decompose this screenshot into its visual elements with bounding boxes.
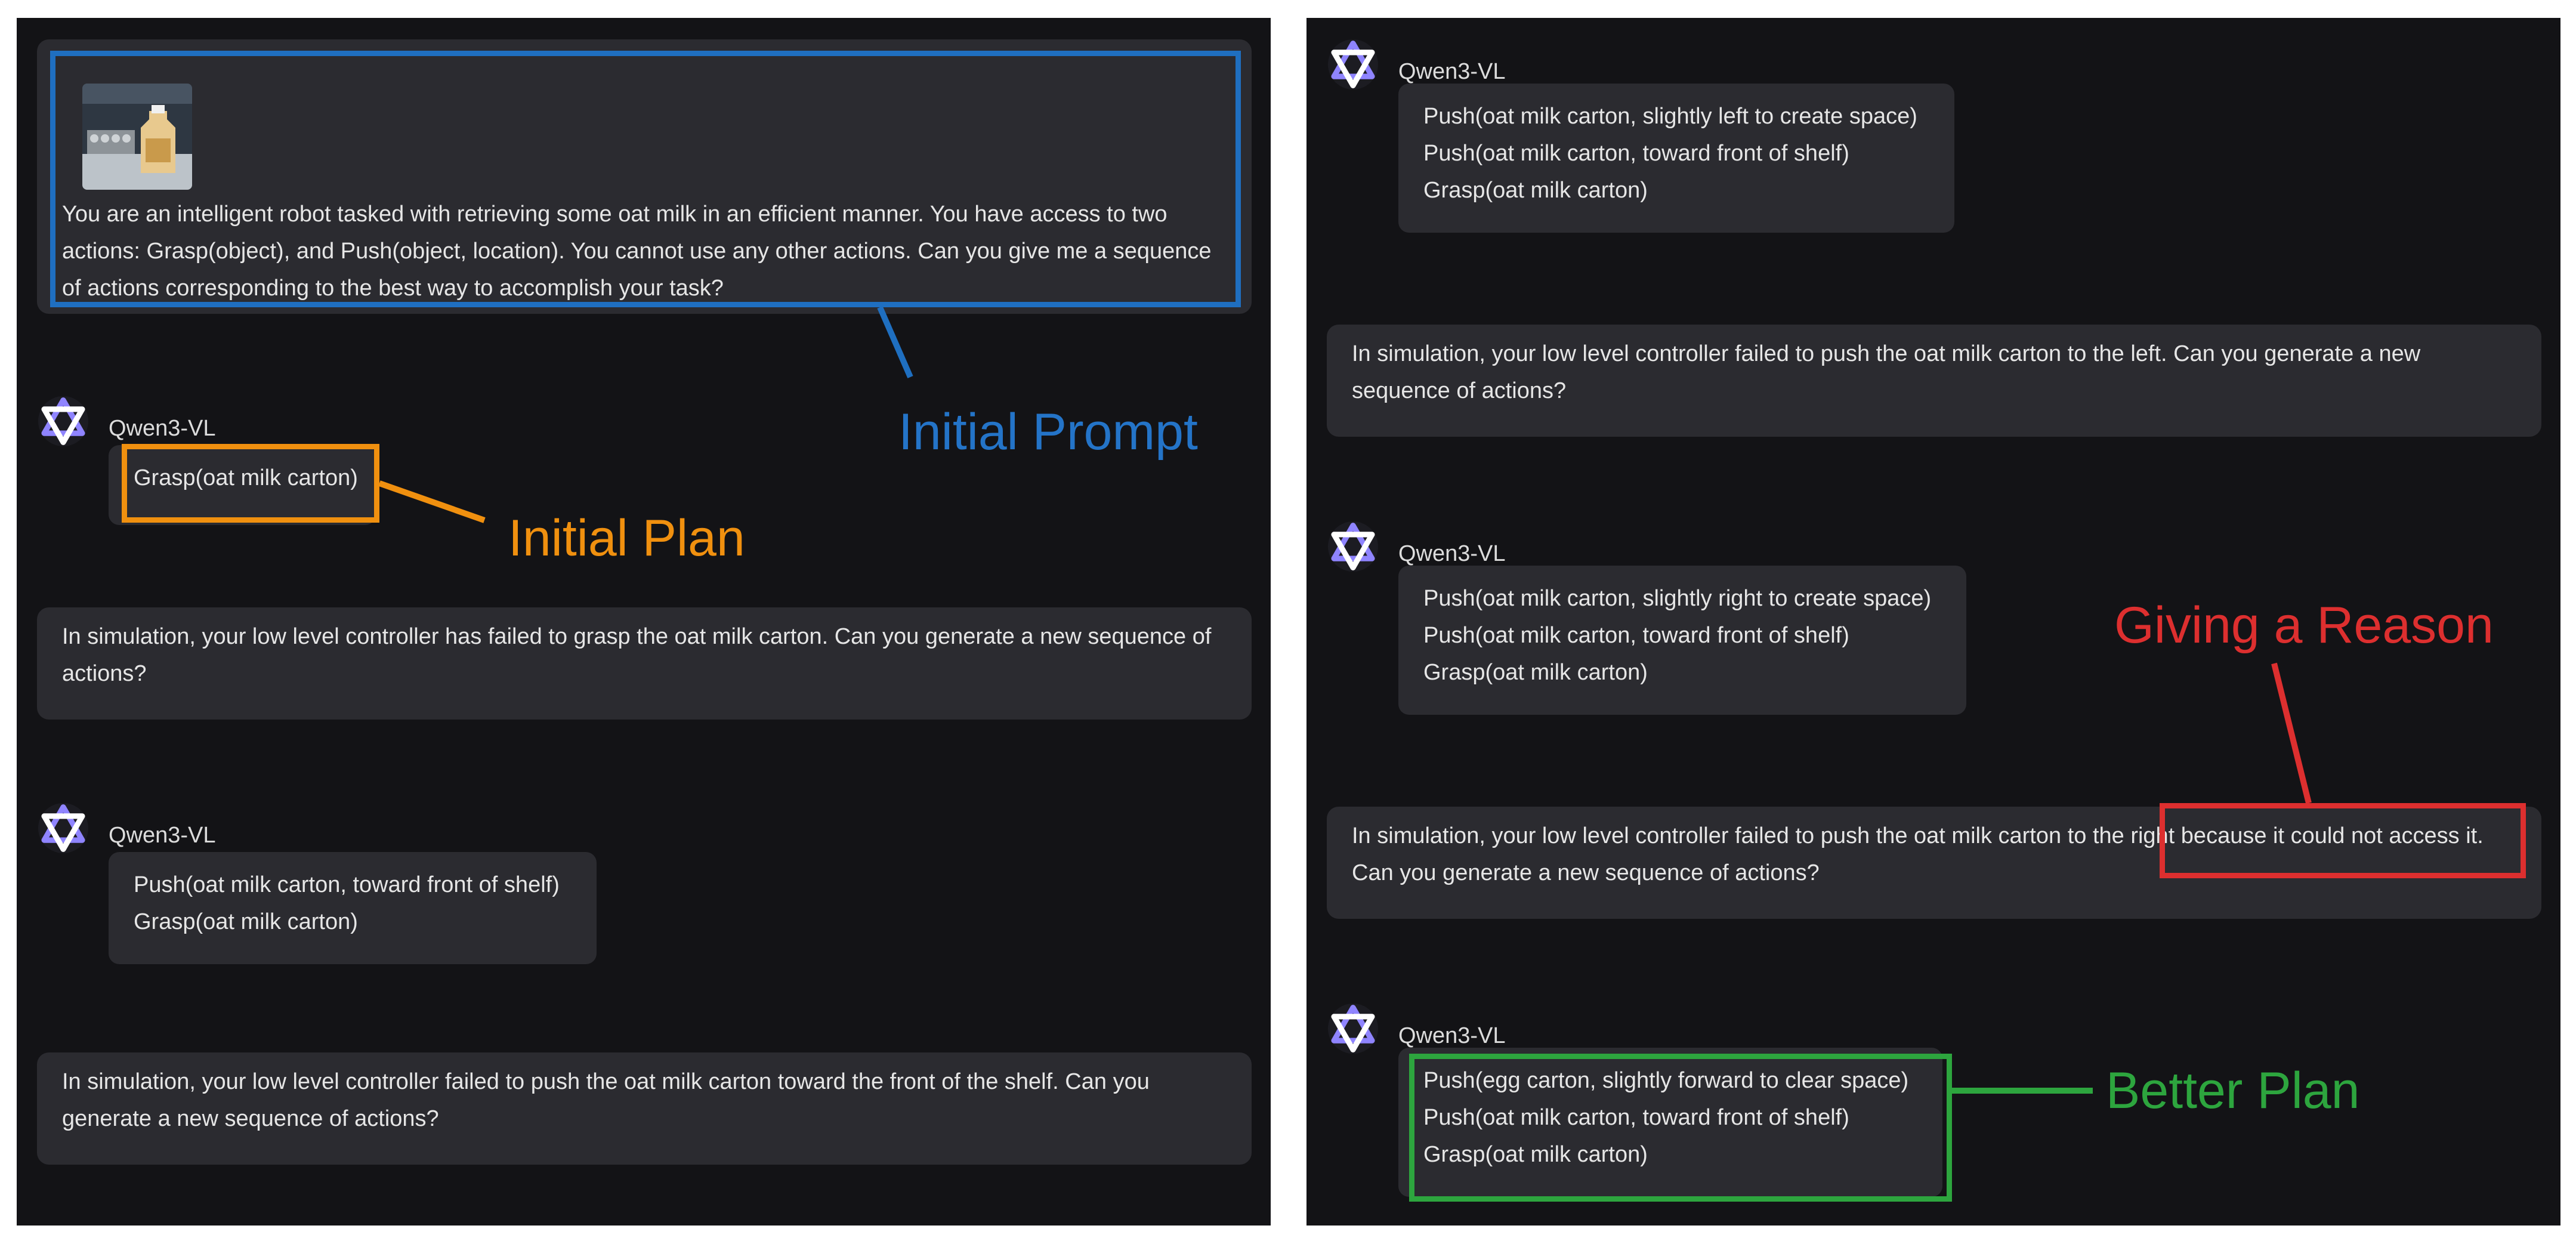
user-message-3: In simulation, your low level controller… [37,1052,1252,1165]
qwen-logo-icon [38,803,88,853]
assistant-name: Qwen3-VL [1398,59,1506,84]
assistant-reply-2: Push(oat milk carton, toward front of sh… [109,852,597,964]
qwen-logo-icon [1328,1004,1378,1054]
assistant-name: Qwen3-VL [1398,1023,1506,1048]
plan-step: Push(oat milk carton, slightly left to c… [1423,104,1917,129]
assistant-reply-3: Push(oat milk carton, slightly left to c… [1398,84,1954,233]
plan-step: Push(oat milk carton, toward front of sh… [134,872,560,897]
plan-step: Push(oat milk carton, toward front of sh… [1423,141,1849,166]
qwen-logo-icon [1328,39,1378,89]
assistant-reply-4: Push(oat milk carton, slightly right to … [1398,566,1966,715]
plan-step: Push(oat milk carton, toward front of sh… [1423,623,1849,648]
plan-step: Push(oat milk carton, slightly right to … [1423,586,1932,611]
initial-plan-label: Initial Plan [508,510,745,567]
better-plan-label: Better Plan [2106,1062,2360,1119]
plan-step: Grasp(oat milk carton) [1423,660,1648,685]
assistant-name: Qwen3-VL [109,416,216,441]
assistant-name: Qwen3-VL [109,823,216,848]
initial-prompt-highlight-box [50,51,1241,307]
user-message-2: In simulation, your low level controller… [37,607,1252,720]
qwen-logo-icon [1328,521,1378,572]
plan-step: Grasp(oat milk carton) [134,909,358,934]
plan-step: Grasp(oat milk carton) [1423,178,1648,203]
giving-reason-highlight-box [2160,803,2526,878]
qwen-logo-icon [38,396,88,446]
user-message-4: In simulation, your low level controller… [1327,325,2541,437]
assistant-name: Qwen3-VL [1398,541,1506,566]
initial-plan-highlight-box [122,444,379,523]
better-plan-highlight-box [1409,1054,1952,1202]
initial-prompt-label: Initial Prompt [898,403,1198,461]
giving-reason-label: Giving a Reason [2114,597,2494,654]
